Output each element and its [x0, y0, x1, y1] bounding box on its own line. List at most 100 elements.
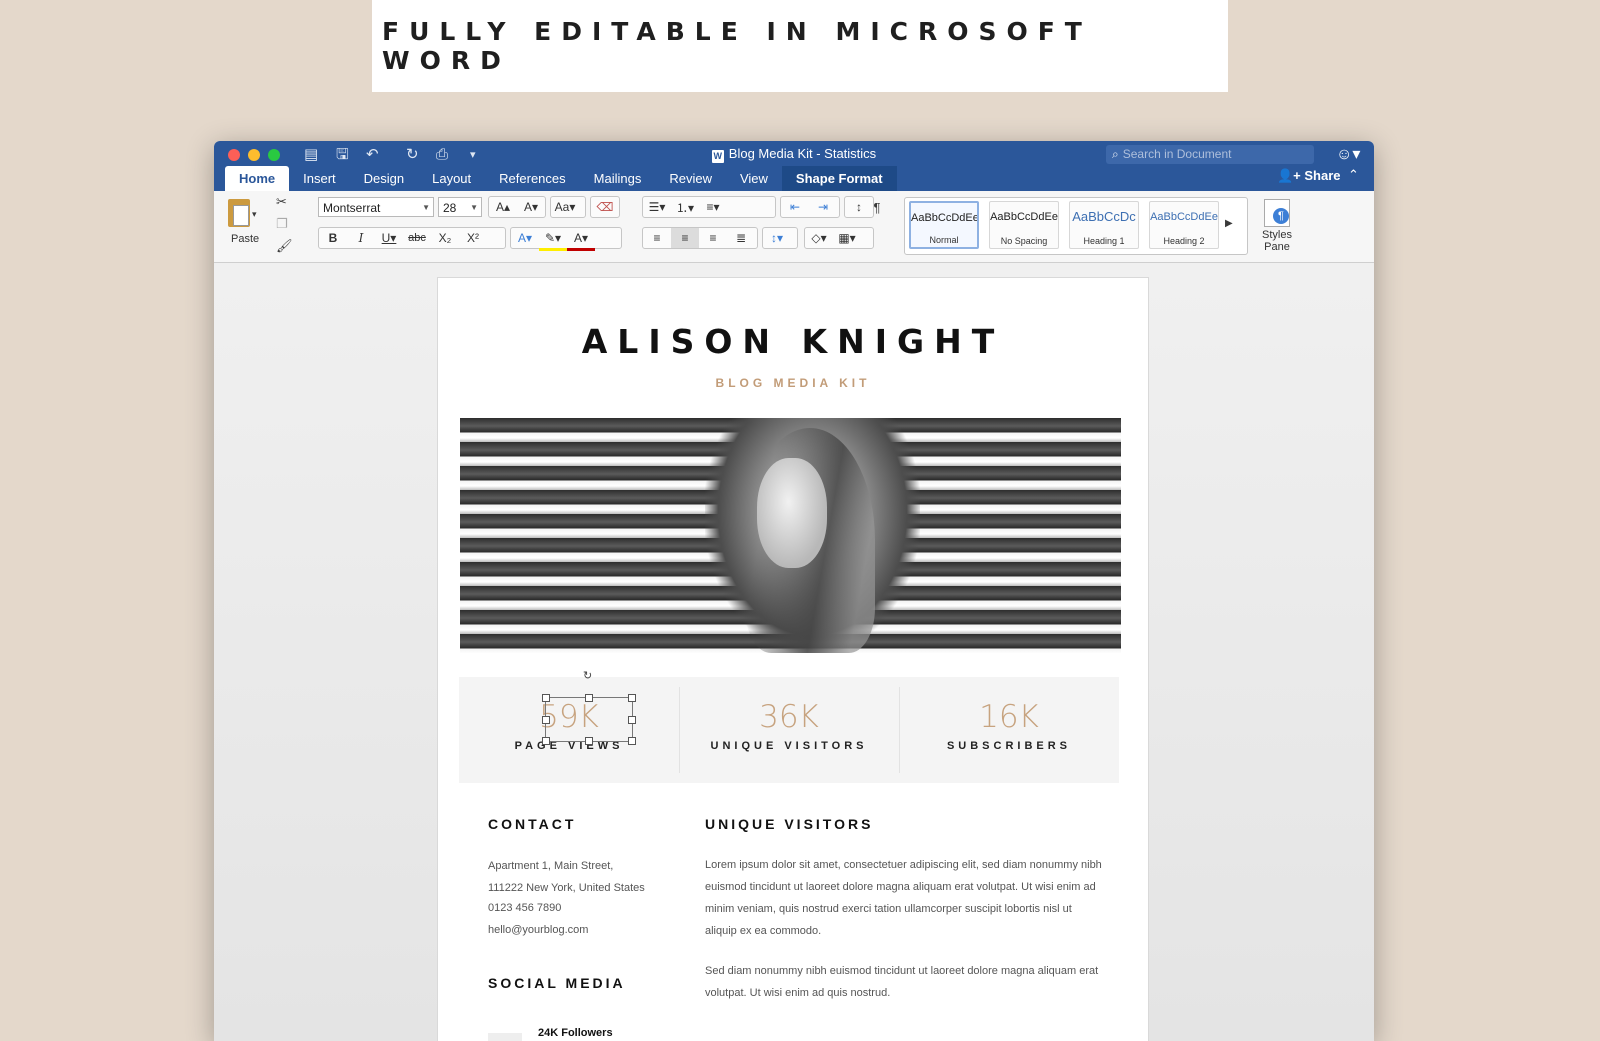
tab-shape-format[interactable]: Shape Format: [781, 166, 897, 191]
show-formatting-icon[interactable]: ¶: [862, 196, 892, 218]
borders-icon[interactable]: ▦▾: [833, 228, 861, 248]
resize-handle[interactable]: [542, 737, 550, 745]
social-media-heading[interactable]: SOCIAL MEDIA: [488, 975, 626, 991]
align-center-icon[interactable]: ≡: [671, 228, 699, 248]
line-spacing-button[interactable]: ↕▾: [762, 227, 798, 249]
copy-icon[interactable]: ❐: [276, 213, 288, 235]
unique-visitors-paragraph-1[interactable]: Lorem ipsum dolor sit amet, consectetuer…: [705, 854, 1105, 942]
highlight-icon[interactable]: ✎▾: [539, 228, 567, 251]
word-window: ▤ 🖫 ↶ ↻ ⎙ ▾ W Blog Media Kit - Statistics…: [214, 141, 1374, 1041]
tab-home[interactable]: Home: [225, 166, 290, 191]
style-heading-1[interactable]: AaBbCcDc Heading 1: [1069, 201, 1139, 249]
style-heading-2[interactable]: AaBbCcDdEe Heading 2: [1149, 201, 1219, 249]
font-name-dropdown[interactable]: Montserrat ▼: [318, 197, 434, 217]
stat-label[interactable]: SUBSCRIBERS: [899, 740, 1119, 752]
tab-view[interactable]: View: [726, 166, 782, 191]
resize-handle[interactable]: [585, 694, 593, 702]
font-color-icon[interactable]: A▾: [567, 228, 595, 251]
resize-handle[interactable]: [628, 694, 636, 702]
media-kit-subtitle[interactable]: BLOG MEDIA KIT: [438, 376, 1148, 390]
font-color-buttons: A▾ ✎▾ A▾: [510, 227, 622, 251]
style-name: Heading 1: [1083, 236, 1125, 246]
align-left-icon[interactable]: ≡: [643, 228, 671, 248]
increase-indent-icon[interactable]: ⇥: [809, 197, 837, 217]
change-case-button[interactable]: Aa▾: [550, 196, 586, 218]
search-in-document-field[interactable]: ⌕ Search in Document: [1106, 145, 1314, 164]
tab-review[interactable]: Review: [655, 166, 726, 191]
stat-value[interactable]: 16K: [899, 699, 1119, 735]
document-canvas[interactable]: ALISON KNIGHT BLOG MEDIA KIT 59K PAGE VI…: [214, 263, 1374, 1041]
shading-icon[interactable]: ◇▾: [805, 228, 833, 248]
shading-border-buttons: ◇▾ ▦▾: [804, 227, 874, 249]
unique-visitors-paragraph-2[interactable]: Sed diam nonummy nibh euismod tincidunt …: [705, 960, 1105, 1004]
stat-page-views[interactable]: 59K PAGE VIEWS ↻: [459, 670, 679, 783]
font-size-dropdown[interactable]: 28 ▼: [438, 197, 482, 217]
contact-heading[interactable]: CONTACT: [488, 816, 576, 832]
strikethrough-icon[interactable]: abc: [403, 228, 431, 248]
stat-label[interactable]: UNIQUE VISITORS: [679, 740, 899, 752]
bullets-icon[interactable]: ☰▾: [643, 197, 671, 217]
resize-handle[interactable]: [628, 737, 636, 745]
contact-address-line-1[interactable]: Apartment 1, Main Street,: [488, 855, 613, 877]
paste-label: Paste: [231, 233, 260, 245]
tab-insert[interactable]: Insert: [289, 166, 350, 191]
tab-design[interactable]: Design: [350, 166, 418, 191]
multilevel-list-icon[interactable]: ≡▾: [699, 197, 727, 217]
rotate-handle-icon[interactable]: ↻: [583, 669, 592, 682]
superscript-icon[interactable]: X²: [459, 228, 487, 248]
grow-font-icon[interactable]: A▴: [489, 197, 517, 217]
feedback-smiley-icon[interactable]: ☺▾: [1336, 144, 1360, 164]
clear-formatting-button[interactable]: ⌫: [590, 196, 620, 218]
style-no-spacing[interactable]: AaBbCcDdEe No Spacing: [989, 201, 1059, 249]
underline-icon[interactable]: U▾: [375, 228, 403, 248]
bold-icon[interactable]: B: [319, 228, 347, 248]
eraser-icon: ⌫: [596, 200, 614, 214]
decrease-indent-icon[interactable]: ⇤: [781, 197, 809, 217]
social-icon: [488, 1033, 522, 1041]
style-sample: AaBbCcDdEe: [990, 211, 1058, 223]
document-page[interactable]: ALISON KNIGHT BLOG MEDIA KIT 59K PAGE VI…: [437, 277, 1149, 1041]
list-buttons: ☰▾ ⒈▾ ≡▾: [642, 196, 776, 218]
promo-banner: FULLY EDITABLE IN MICROSOFT WORD: [372, 0, 1228, 92]
numbering-icon[interactable]: ⒈▾: [671, 197, 699, 217]
resize-handle[interactable]: [542, 694, 550, 702]
change-case-icon: Aa▾: [554, 200, 576, 214]
share-button[interactable]: 👤+ Share: [1277, 168, 1341, 184]
resize-handle[interactable]: [542, 716, 550, 724]
shape-selection-box[interactable]: [542, 694, 636, 745]
style-normal[interactable]: AaBbCcDdEe Normal: [909, 201, 979, 249]
tab-layout[interactable]: Layout: [418, 166, 485, 191]
search-placeholder: Search in Document: [1122, 147, 1232, 161]
cut-icon[interactable]: ✂: [276, 191, 287, 213]
add-person-icon: 👤+: [1277, 168, 1305, 183]
tab-references[interactable]: References: [485, 166, 579, 191]
contact-phone[interactable]: 0123 456 7890: [488, 897, 561, 919]
social-media-item[interactable]: 24K Followers: [488, 1027, 688, 1041]
stat-unique-visitors[interactable]: 36K UNIQUE VISITORS: [679, 677, 899, 783]
paste-options-caret-icon[interactable]: ▾: [252, 203, 257, 225]
resize-handle[interactable]: [585, 737, 593, 745]
align-right-icon[interactable]: ≡: [699, 228, 727, 248]
contact-email[interactable]: hello@yourblog.com: [488, 919, 588, 941]
italic-icon[interactable]: I: [347, 228, 375, 248]
collapse-ribbon-icon[interactable]: ⌃: [1348, 167, 1359, 183]
subscript-icon[interactable]: X₂: [431, 228, 459, 248]
contact-address-line-2[interactable]: 111222 New York, United States: [488, 877, 645, 899]
tab-mailings[interactable]: Mailings: [580, 166, 656, 191]
styles-more-arrow-icon[interactable]: ▶: [1225, 212, 1233, 234]
social-followers-text[interactable]: 24K Followers: [538, 1027, 613, 1039]
hero-photo[interactable]: [460, 418, 1121, 653]
author-name-heading[interactable]: ALISON KNIGHT: [438, 322, 1148, 361]
shrink-font-icon[interactable]: A▾: [517, 197, 545, 217]
resize-handle[interactable]: [628, 716, 636, 724]
justify-icon[interactable]: ≣: [727, 228, 755, 248]
format-painter-icon[interactable]: 🖌: [276, 235, 293, 257]
stat-subscribers[interactable]: 16K SUBSCRIBERS: [899, 677, 1119, 783]
paste-icon[interactable]: [228, 199, 250, 227]
styles-pane-button[interactable]: Styles Pane: [1254, 199, 1300, 253]
unique-visitors-heading[interactable]: UNIQUE VISITORS: [705, 816, 873, 832]
stat-value[interactable]: 36K: [679, 699, 899, 735]
text-effects-icon[interactable]: A▾: [511, 228, 539, 248]
chevron-down-icon: ▼: [470, 203, 478, 212]
font-size-value: 28: [443, 201, 457, 215]
